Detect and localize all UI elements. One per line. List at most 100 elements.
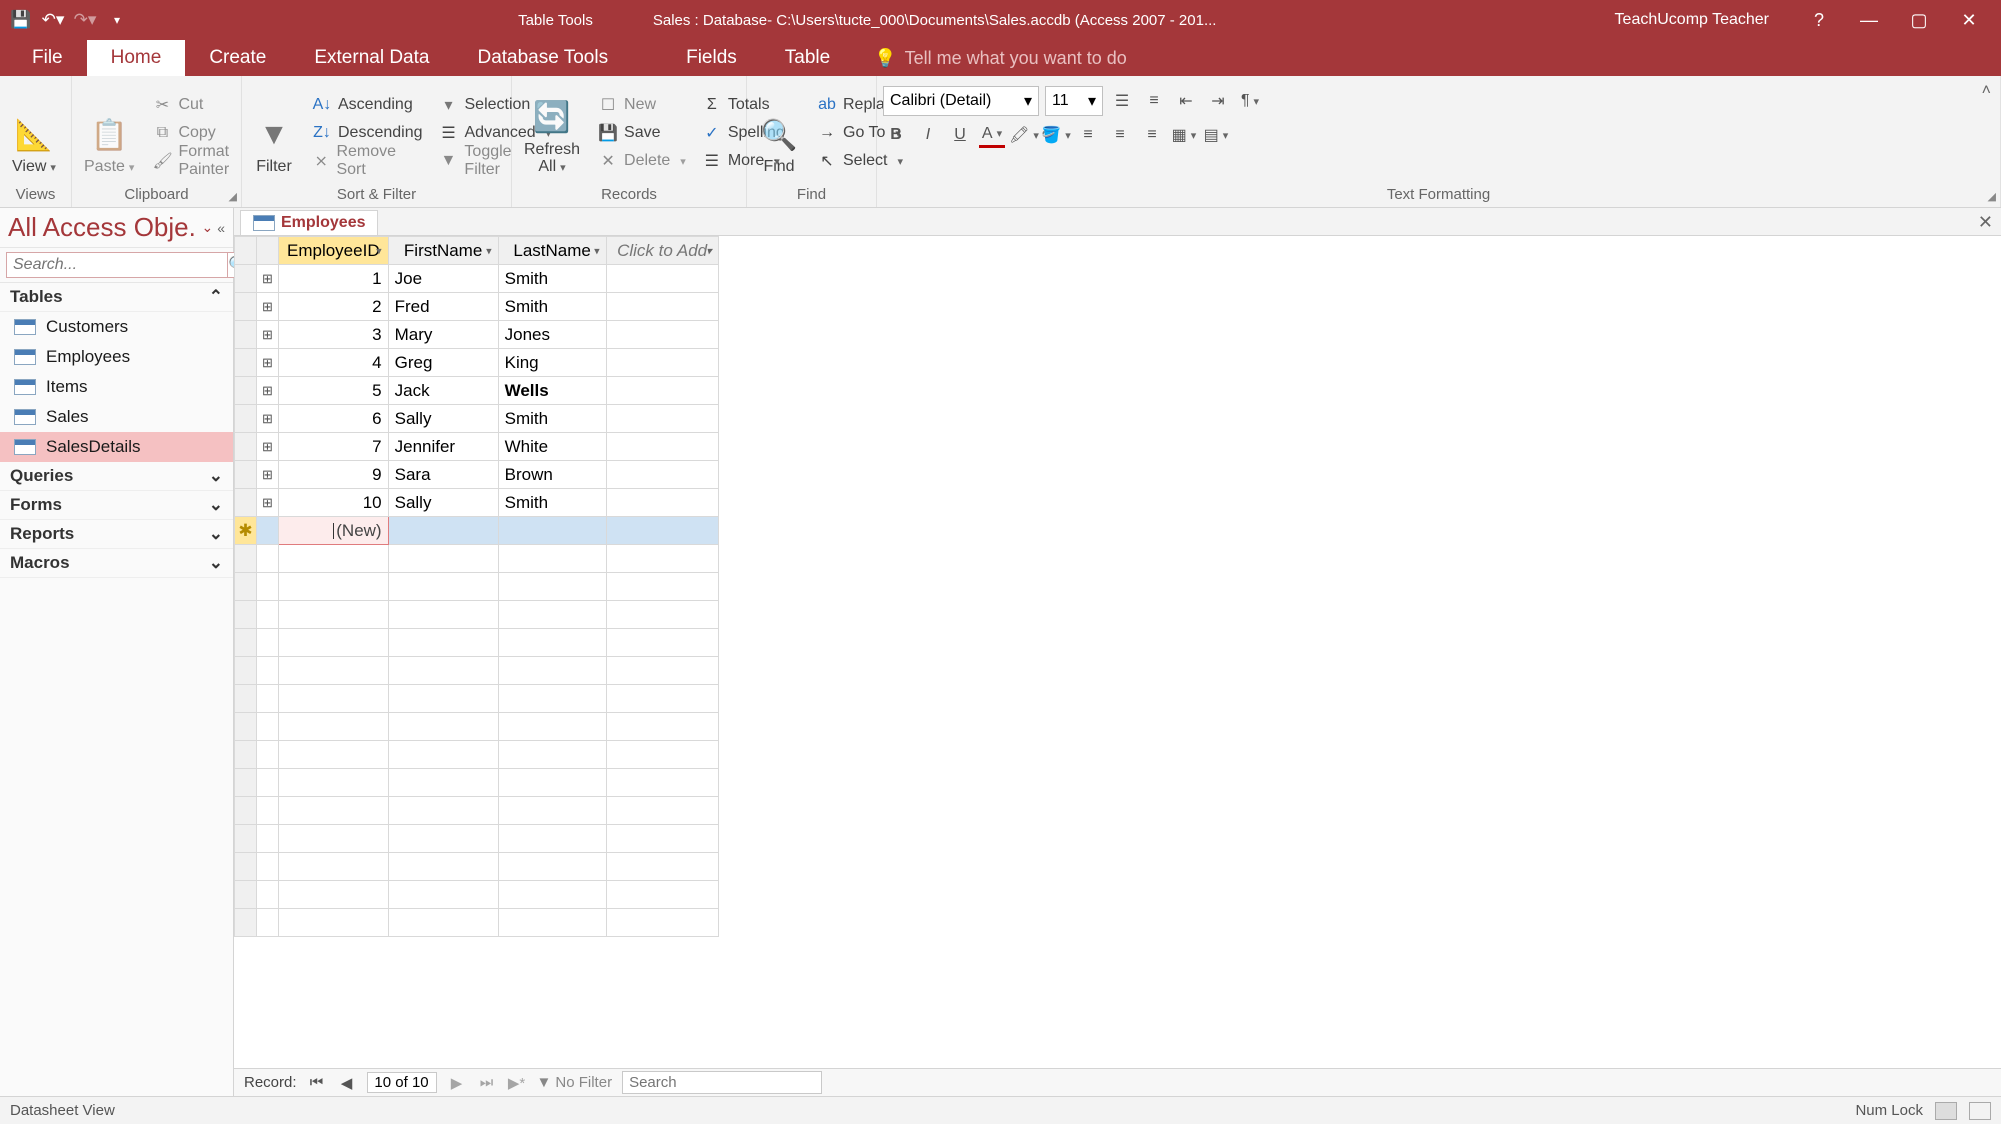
cell-lastname[interactable]: Brown [498,461,606,489]
cell-firstname[interactable]: Joe [388,265,498,293]
row-selector[interactable] [235,405,257,433]
tab-create[interactable]: Create [185,40,290,76]
chevron-down-icon[interactable]: ▾ [594,244,600,257]
cell-clicktoadd[interactable] [606,265,718,293]
chevron-down-icon[interactable]: ▾ [486,244,492,257]
cell-lastname-new[interactable] [498,517,606,545]
bold-button[interactable]: B [883,122,909,148]
save-icon[interactable]: 💾 [12,11,30,29]
user-name[interactable]: TeachUcomp Teacher [1615,11,1769,29]
expand-button[interactable]: ⊞ [257,377,279,405]
cell-employeeid[interactable]: 1 [279,265,389,293]
increase-indent-icon[interactable]: ⇥ [1205,88,1231,114]
row-selector[interactable] [235,489,257,517]
nav-group-forms[interactable]: Forms⌄ [0,491,233,520]
cell-clicktoadd[interactable] [606,321,718,349]
minimize-button[interactable]: — [1855,10,1883,31]
decrease-indent-icon[interactable]: ⇤ [1173,88,1199,114]
cell-lastname[interactable]: Smith [498,293,606,321]
new-record-button[interactable]: ▶* [507,1074,527,1092]
cell-firstname[interactable]: Sara [388,461,498,489]
ascending-button[interactable]: A↓Ascending [308,91,427,119]
tab-database-tools[interactable]: Database Tools [453,40,632,76]
text-direction-icon[interactable]: ¶ [1237,88,1263,114]
table-row[interactable]: ⊞6SallySmith [235,405,719,433]
qat-customize-icon[interactable]: ▾ [108,11,126,29]
nav-group-macros[interactable]: Macros⌄ [0,549,233,578]
expand-button[interactable]: ⊞ [257,349,279,377]
toggle-filter-button[interactable]: ▼Toggle Filter [435,147,556,175]
highlight-button[interactable]: 🖍 [1011,122,1037,148]
cell-lastname[interactable]: White [498,433,606,461]
undo-icon[interactable]: ↶▾ [44,11,62,29]
expand-button[interactable]: ⊞ [257,293,279,321]
font-name-select[interactable]: Calibri (Detail)▾ [883,86,1039,116]
cell-employeeid[interactable]: 10 [279,489,389,517]
cell-lastname[interactable]: Jones [498,321,606,349]
shutter-bar-icon[interactable]: « [217,220,225,236]
tab-file[interactable]: File [8,40,87,76]
cut-button[interactable]: ✂Cut [148,91,235,119]
col-header-clicktoadd[interactable]: Click to Add▾ [606,237,718,265]
cell-lastname[interactable]: Smith [498,265,606,293]
col-header-employeeid[interactable]: EmployeeID▾ [279,237,389,265]
cell-firstname[interactable]: Jack [388,377,498,405]
maximize-button[interactable]: ▢ [1905,10,1933,31]
table-row[interactable]: ⊞10SallySmith [235,489,719,517]
datasheet-view-button[interactable] [1935,1102,1957,1120]
find-button[interactable]: 🔍 Find [753,88,805,178]
table-row[interactable]: ⊞1JoeSmith [235,265,719,293]
clipboard-launcher-icon[interactable]: ◢ [229,190,237,203]
format-painter-button[interactable]: 🖌Format Painter [148,147,235,175]
cell-employeeid[interactable]: 2 [279,293,389,321]
cell-lastname[interactable]: King [498,349,606,377]
nav-item-employees[interactable]: Employees [0,342,233,372]
expand-button[interactable]: ⊞ [257,405,279,433]
design-view-button[interactable] [1969,1102,1991,1120]
table-row[interactable]: ⊞9SaraBrown [235,461,719,489]
alternate-row-icon[interactable]: ▤ [1203,122,1229,148]
table-row[interactable]: ⊞7JenniferWhite [235,433,719,461]
help-icon[interactable]: ? [1805,10,1833,31]
expand-button[interactable]: ⊞ [257,433,279,461]
row-selector[interactable] [235,265,257,293]
cell-firstname[interactable]: Jennifer [388,433,498,461]
cell-clicktoadd[interactable] [606,377,718,405]
col-header-lastname[interactable]: LastName▾ [498,237,606,265]
new-record-row[interactable]: ✱(New) [235,517,719,545]
col-header-firstname[interactable]: FirstName▾ [388,237,498,265]
chevron-down-icon[interactable]: ▾ [706,244,712,257]
delete-button[interactable]: ✕Delete [594,147,690,175]
tab-table[interactable]: Table [761,40,854,76]
tab-home[interactable]: Home [87,40,186,76]
gridlines-icon[interactable]: ▦ [1171,122,1197,148]
prev-record-button[interactable]: ◀ [337,1074,357,1092]
row-selector[interactable] [235,293,257,321]
record-position-input[interactable] [367,1072,437,1093]
collapse-ribbon-icon[interactable]: ˄ [1982,82,1991,100]
row-selector[interactable] [235,321,257,349]
cell-lastname[interactable]: Smith [498,405,606,433]
cell-firstname[interactable]: Greg [388,349,498,377]
nav-item-salesdetails[interactable]: SalesDetails [0,432,233,462]
expand-button[interactable]: ⊞ [257,461,279,489]
tab-external-data[interactable]: External Data [290,40,453,76]
last-record-button[interactable]: ⏭ [477,1074,497,1091]
nav-pane-title[interactable]: All Access Obje... [8,212,197,243]
nav-dropdown-icon[interactable]: ⌄ [197,219,217,236]
cell-clicktoadd[interactable] [606,405,718,433]
nav-item-customers[interactable]: Customers [0,312,233,342]
nav-search-input[interactable] [6,252,227,278]
expand-button[interactable]: ⊞ [257,489,279,517]
cell-employeeid[interactable]: 5 [279,377,389,405]
table-row[interactable]: ⊞5JackWells [235,377,719,405]
row-selector[interactable] [235,433,257,461]
table-row[interactable]: ⊞3MaryJones [235,321,719,349]
paste-button[interactable]: 📋 Paste [78,88,140,178]
record-search-input[interactable] [622,1071,822,1094]
nav-group-tables[interactable]: Tables⌃ [0,283,233,312]
filter-button[interactable]: ▼ Filter [248,88,300,178]
new-button[interactable]: ☐New [594,91,690,119]
align-center-icon[interactable]: ≡ [1107,122,1133,148]
tab-fields[interactable]: Fields [662,40,761,76]
